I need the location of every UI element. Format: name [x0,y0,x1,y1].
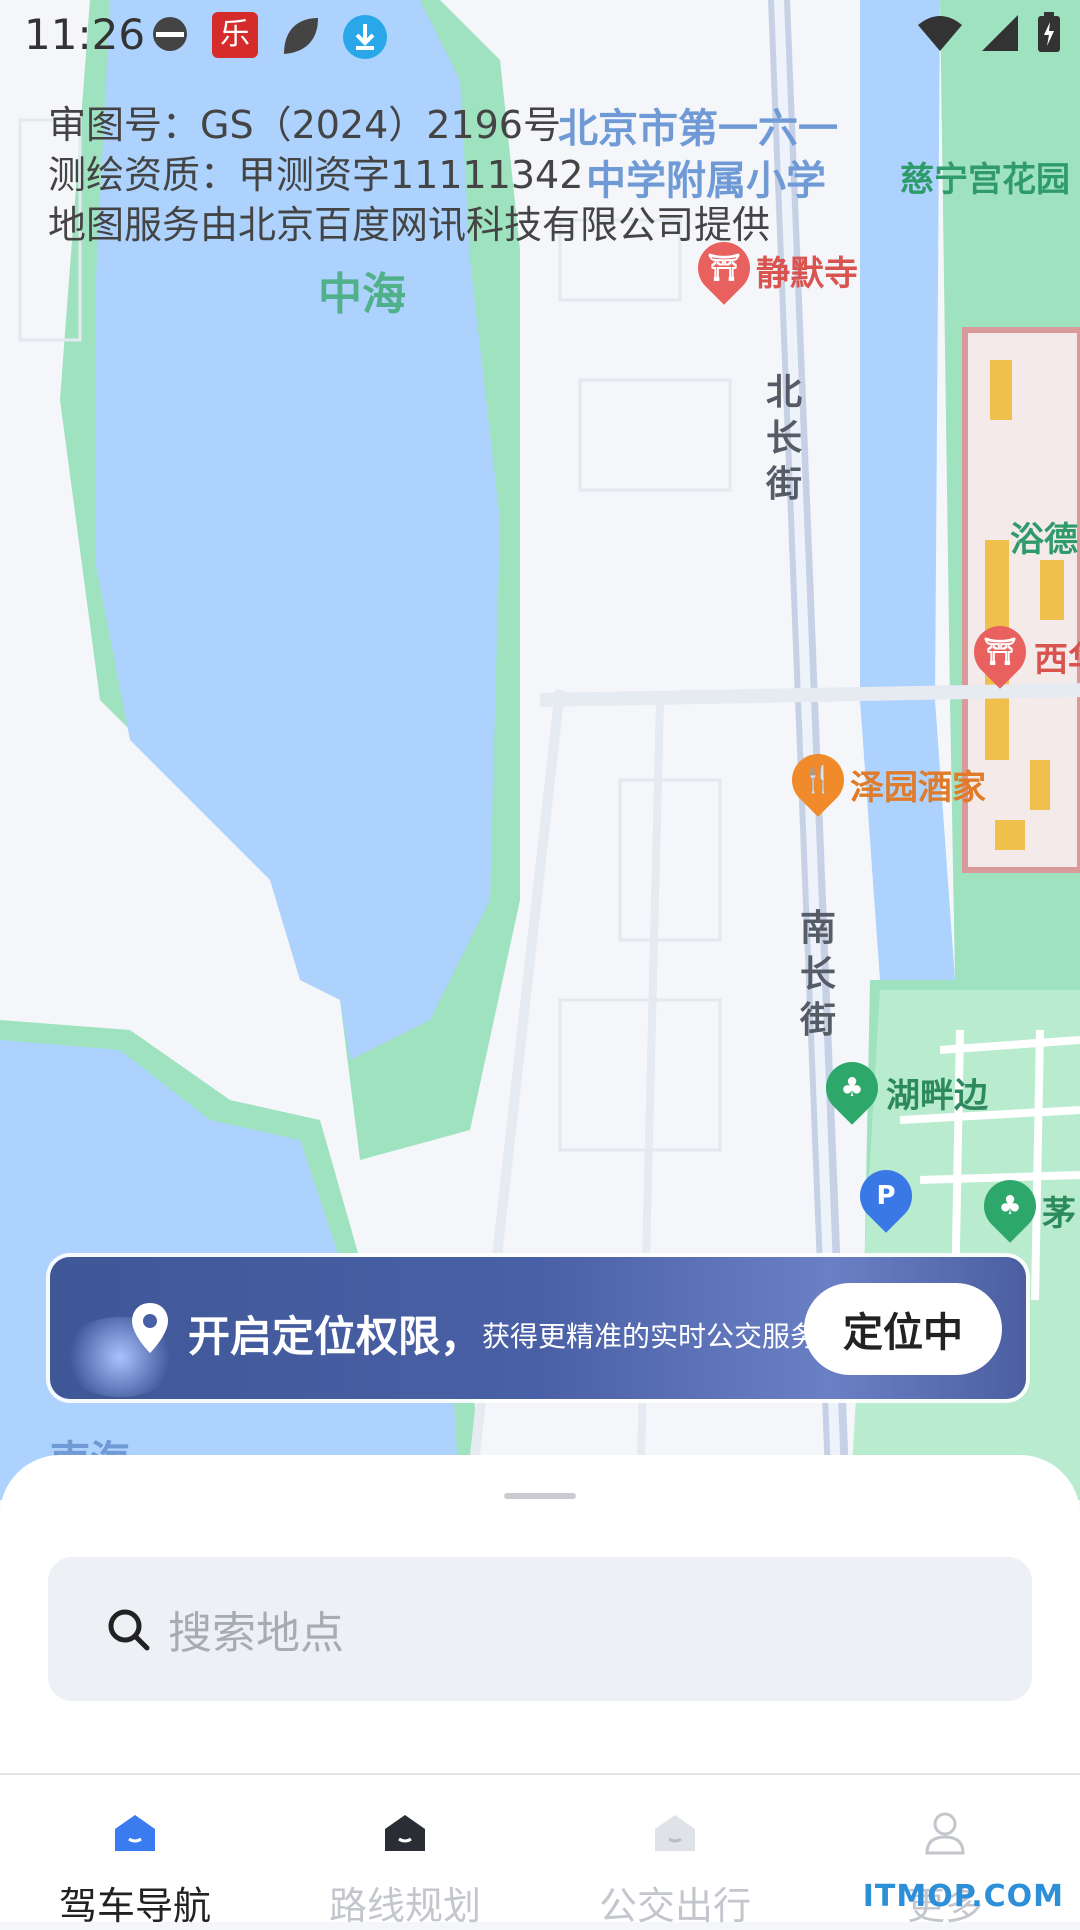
banner-title: 开启定位权限， [188,1312,483,1361]
download-icon [343,15,387,59]
map-label-temple[interactable]: 静默寺 [756,246,858,295]
tab-label: 公交出行 [598,1884,751,1928]
sheet-drag-handle[interactable] [504,1493,576,1499]
west-gate-poi-icon[interactable]: ⛩ [963,615,1037,689]
map-label-road-south: 南长街 [799,908,836,1041]
restaurant-poi-icon[interactable]: 🍴 [781,743,855,817]
tab-label: 路线规划 [328,1884,481,1928]
copyright-line: 测绘资质：甲测资字11111342 [48,153,584,197]
leaf-icon [284,18,318,54]
map-copyright: 审图号：GS（2024）2196号 测绘资质：甲测资字11111342 地图服务… [48,100,770,250]
user-icon [925,1812,965,1855]
watermark: ITMOP.COM [862,1879,1064,1914]
bottom-tab-bar: 驾车导航 路线规划 公交出行 更多 ITMOP.COM [0,1773,1080,1928]
location-permission-banner[interactable]: 开启定位权限， 获得更精准的实时公交服务 定位中 [50,1257,1026,1399]
drive-home-icon [115,1815,155,1851]
map-label-road-north: 北长街 [765,372,802,505]
battery-icon [1038,12,1060,52]
app-red-icon: 乐 [212,12,258,58]
map-label-zhonghai: 中海 [318,269,406,320]
locating-button[interactable]: 定位中 [804,1283,1002,1375]
tab-route-planning[interactable]: 路线规划 [270,1775,540,1928]
copyright-line: 地图服务由北京百度网讯科技有限公司提供 [48,203,771,247]
tab-drive-navigation[interactable]: 驾车导航 [0,1775,270,1928]
copyright-line: 审图号：GS（2024）2196号 [48,103,561,147]
banner-description: 获得更精准的实时公交服务 [482,1320,819,1353]
search-icon [108,1609,150,1651]
route-home-icon [385,1815,425,1851]
search-input[interactable]: 搜索地点 [48,1557,1032,1701]
status-bar: 11:26 乐 [0,0,1080,72]
tab-label: 驾车导航 [58,1884,211,1928]
transit-home-icon [655,1815,695,1851]
bottom-sheet: 搜索地点 [0,1455,1080,1775]
signal-icon [982,15,1018,51]
tab-public-transit[interactable]: 公交出行 [540,1775,810,1928]
search-placeholder: 搜索地点 [168,1608,344,1659]
wifi-icon [918,16,962,51]
map-label-yude: 浴德 [1010,520,1078,560]
park-poi-icon-2[interactable]: ♣ [973,1169,1047,1243]
location-pin-icon [132,1303,168,1353]
park-poi-icon[interactable]: ♣ [815,1051,889,1125]
notification-circle-icon [153,17,187,51]
map-label-restaurant[interactable]: 泽园酒家 [850,760,986,809]
status-time: 11:26 [24,10,146,59]
map-label-garden: 慈宁宫花园 [900,160,1070,200]
parking-poi-icon[interactable]: P [849,1159,923,1233]
map-label-west[interactable]: 西华 [1034,632,1080,681]
map-label-mao[interactable]: 茅 [1042,1186,1076,1235]
map-label-lakeside[interactable]: 湖畔边 [886,1068,988,1117]
